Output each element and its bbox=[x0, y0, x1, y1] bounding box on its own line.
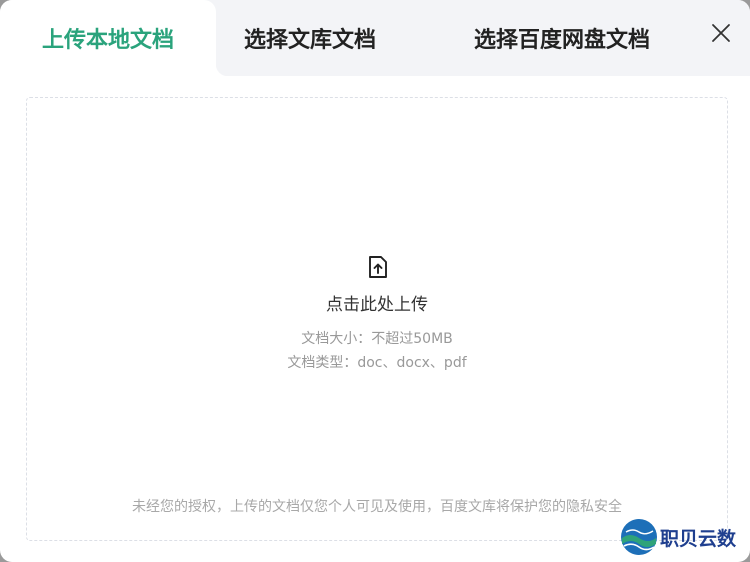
file-upload-icon bbox=[369, 256, 387, 278]
tab-baidu-netdisk[interactable]: 选择百度网盘文档 bbox=[446, 0, 678, 76]
watermark-logo-icon bbox=[621, 519, 657, 555]
upload-title[interactable]: 点击此处上传 bbox=[0, 290, 750, 315]
file-size-hint: 文档大小：不超过50MB bbox=[301, 331, 453, 347]
privacy-note: 未经您的授权，上传的文档仅您个人可见及使用，百度文库将保护您的隐私安全 bbox=[132, 499, 622, 515]
close-button[interactable] bbox=[706, 18, 736, 48]
tab-upload-local[interactable]: 上传本地文档 bbox=[0, 0, 228, 76]
upload-dialog: 上传本地文档 选择文库文档 选择百度网盘文档 点击此处上传 文档大小：不超过50… bbox=[0, 0, 750, 562]
watermark: 职贝云数 bbox=[620, 516, 736, 558]
file-type-hint: 文档类型：doc、docx、pdf bbox=[287, 355, 467, 371]
tab-bar: 上传本地文档 选择文库文档 选择百度网盘文档 bbox=[0, 0, 750, 76]
tab-library-docs[interactable]: 选择文库文档 bbox=[216, 0, 404, 76]
upload-dropzone[interactable] bbox=[26, 97, 728, 541]
close-icon bbox=[712, 24, 730, 42]
watermark-text: 职贝云数 bbox=[660, 527, 737, 550]
